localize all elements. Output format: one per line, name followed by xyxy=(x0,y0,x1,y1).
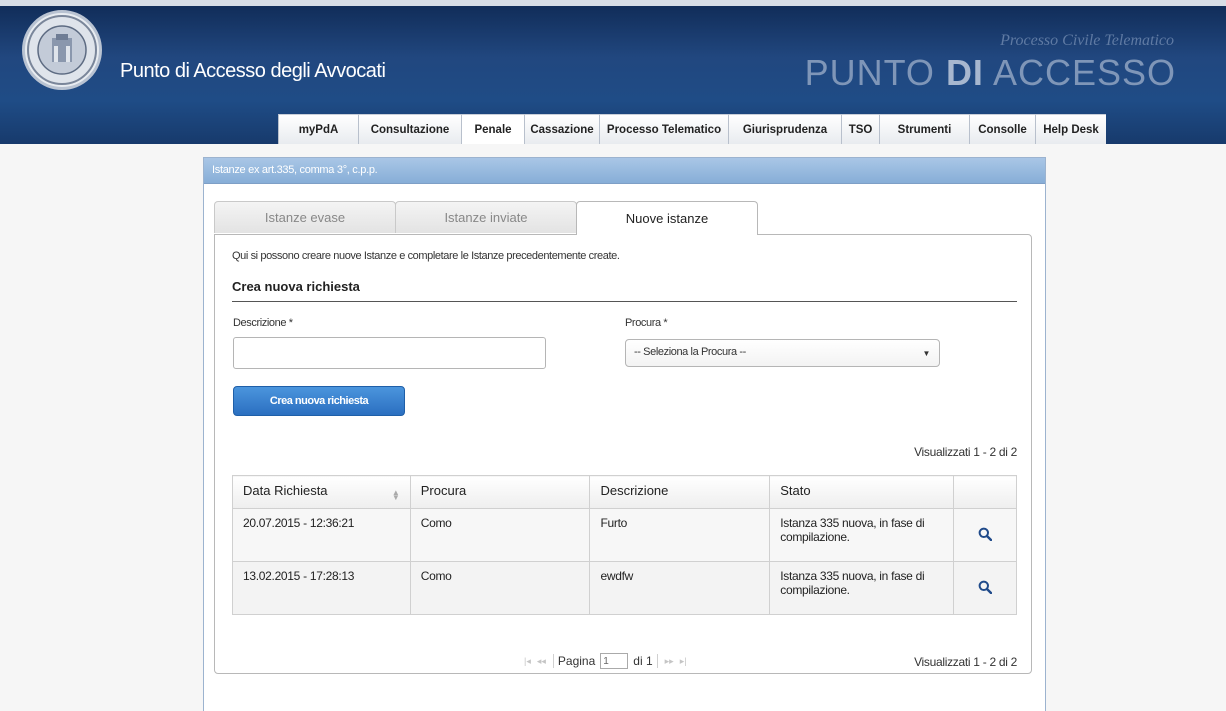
pager-separator xyxy=(656,654,658,668)
column-header-procura[interactable]: Procura xyxy=(409,475,591,509)
column-header-stato[interactable]: Stato xyxy=(769,475,955,509)
pager-separator xyxy=(552,654,554,668)
tab-istanze-evase[interactable]: Istanze evase xyxy=(214,201,396,233)
procura-label: Procura * xyxy=(625,317,668,329)
page-total: di 1 xyxy=(633,654,653,668)
main-nav: myPdA Consultazione Penale Cassazione Pr… xyxy=(278,114,1106,144)
tab-bar: Istanze evase Istanze inviate Nuove ista… xyxy=(214,201,758,235)
magnifier-icon[interactable] xyxy=(978,527,992,541)
crea-nuova-richiesta-button[interactable]: Crea nuova richiesta xyxy=(233,386,405,416)
brand-part-1: PUNTO xyxy=(804,52,946,93)
nav-item-strumenti[interactable]: Strumenti xyxy=(879,114,969,144)
nav-item-consolle[interactable]: Consolle xyxy=(969,114,1035,144)
brand-part-3: ACCESSO xyxy=(983,52,1176,93)
istanze-table: Data Richiesta ▲ ▼ Procura Descrizione St… xyxy=(232,475,1017,615)
app-title: Punto di Accesso degli Avvocati xyxy=(120,60,386,82)
cell-descrizione: Furto xyxy=(589,508,771,562)
results-count-bottom: Visualizzati 1 - 2 di 2 xyxy=(914,655,1017,669)
column-header-descrizione[interactable]: Descrizione xyxy=(589,475,771,509)
nav-item-penale[interactable]: Penale xyxy=(461,114,524,144)
table-row: 13.02.2015 - 17:28:13 Como ewdfw Istanza… xyxy=(232,561,1017,615)
cell-actions xyxy=(953,561,1017,615)
cell-procura: Como xyxy=(409,561,591,615)
prev-page-icon[interactable]: ◂◂ xyxy=(537,656,546,667)
tab-nuove-istanze[interactable]: Nuove istanze xyxy=(576,201,758,235)
nav-item-mypda[interactable]: myPdA xyxy=(278,114,358,144)
chevron-down-icon: ▼ xyxy=(922,349,930,358)
nav-item-cassazione[interactable]: Cassazione xyxy=(524,114,599,144)
descrizione-label: Descrizione * xyxy=(233,317,293,329)
column-header-actions xyxy=(953,475,1017,509)
cell-data-richiesta: 13.02.2015 - 17:28:13 xyxy=(232,561,411,615)
cell-descrizione: ewdfw xyxy=(589,561,771,615)
cell-procura: Como xyxy=(409,508,591,562)
column-header-label: Data Richiesta xyxy=(243,483,328,498)
nav-item-help-desk[interactable]: Help Desk xyxy=(1035,114,1106,144)
cell-data-richiesta: 20.07.2015 - 12:36:21 xyxy=(232,508,411,562)
nav-item-tso[interactable]: TSO xyxy=(841,114,879,144)
results-count-top: Visualizzati 1 - 2 di 2 xyxy=(914,445,1017,459)
app-header: Punto di Accesso degli Avvocati Processo… xyxy=(0,0,1226,144)
column-header-data-richiesta[interactable]: Data Richiesta ▲ ▼ xyxy=(232,475,411,509)
sort-icon[interactable]: ▲ ▼ xyxy=(392,489,400,502)
table-header-row: Data Richiesta ▲ ▼ Procura Descrizione St… xyxy=(232,475,1017,509)
nav-item-giurisprudenza[interactable]: Giurisprudenza xyxy=(728,114,841,144)
panel-title: Istanze ex art.335, comma 3°, c.p.p. xyxy=(204,158,1045,184)
descrizione-input[interactable] xyxy=(233,337,546,369)
tab-content-nuove-istanze: Qui si possono creare nuove Istanze e co… xyxy=(214,234,1032,674)
procura-selected-value: -- Seleziona la Procura -- xyxy=(634,346,746,358)
header-top-border xyxy=(0,0,1226,6)
intro-text: Qui si possono creare nuove Istanze e co… xyxy=(232,250,620,262)
next-page-icon[interactable]: ▸▸ xyxy=(665,656,674,667)
nav-item-consultazione[interactable]: Consultazione xyxy=(358,114,461,144)
istanze-panel: Istanze ex art.335, comma 3°, c.p.p. Ist… xyxy=(203,157,1046,711)
page-number-input[interactable] xyxy=(600,653,629,669)
pagination: |◂ ◂◂ Pagina di 1 ▸▸ ▸| xyxy=(521,653,690,669)
tab-istanze-inviate[interactable]: Istanze inviate xyxy=(395,201,577,233)
cell-stato: Istanza 335 nuova, in fase di compilazio… xyxy=(769,508,955,562)
brand-part-2: DI xyxy=(945,52,984,93)
last-page-icon[interactable]: ▸| xyxy=(680,656,687,667)
section-title: Crea nuova richiesta xyxy=(232,279,360,294)
magnifier-icon[interactable] xyxy=(978,580,992,594)
page-label: Pagina xyxy=(557,654,596,668)
cell-stato: Istanza 335 nuova, in fase di compilazio… xyxy=(769,561,955,615)
cell-actions xyxy=(953,508,1017,562)
university-seal-icon xyxy=(22,10,102,90)
brand-logo-text: PUNTO DI ACCESSO xyxy=(805,52,1176,94)
section-divider xyxy=(232,301,1017,302)
nav-item-processo-telematico[interactable]: Processo Telematico xyxy=(599,114,728,144)
procura-select[interactable]: -- Seleziona la Procura -- ▼ xyxy=(625,339,940,367)
first-page-icon[interactable]: |◂ xyxy=(524,656,531,667)
table-row: 20.07.2015 - 12:36:21 Como Furto Istanza… xyxy=(232,508,1017,562)
brand-subtitle: Processo Civile Telematico xyxy=(1000,32,1174,49)
